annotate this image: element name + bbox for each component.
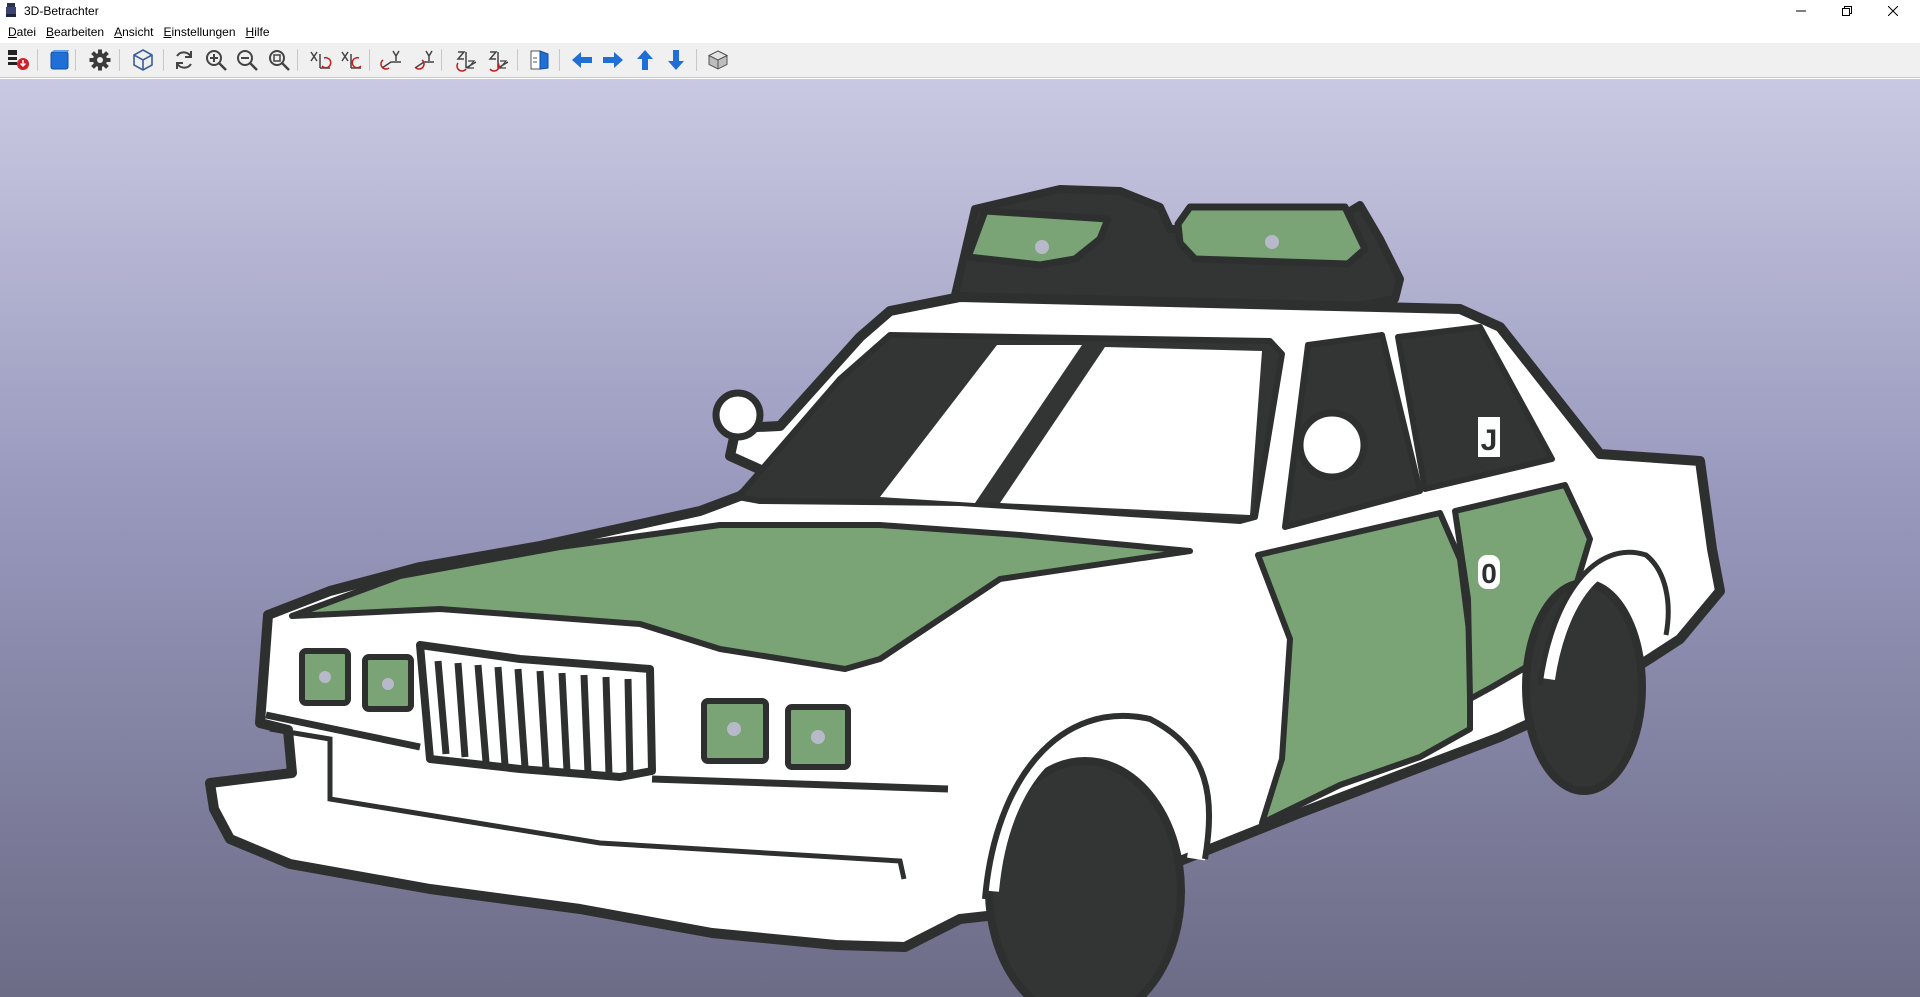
- pan-left-icon: [572, 52, 592, 68]
- settings-button[interactable]: [86, 46, 114, 74]
- car-model: J 0: [205, 185, 1725, 997]
- toolbar-separator: [517, 49, 518, 71]
- toolbar-separator: [696, 49, 697, 71]
- pan-left-button[interactable]: [568, 46, 596, 74]
- pan-up-icon: [637, 50, 653, 70]
- roof-light-bar: [951, 185, 1404, 313]
- zoom-out-icon: [237, 50, 258, 71]
- export-icon: [8, 50, 29, 70]
- toolbar-separator: [297, 49, 298, 71]
- restore-button[interactable]: [1824, 0, 1870, 22]
- color-cube-button[interactable]: [45, 46, 73, 74]
- zoom-in-icon: [206, 50, 227, 71]
- door-number-text: J: [1481, 424, 1498, 457]
- export-button[interactable]: [4, 46, 32, 74]
- settings-gear-icon: [89, 49, 111, 71]
- toolbar: [0, 43, 1920, 78]
- toolbar-separator: [369, 49, 370, 71]
- windshield: [735, 332, 1285, 524]
- rotate-y-cw-button[interactable]: [377, 46, 405, 74]
- menu-bearbeiten[interactable]: Bearbeiten: [41, 22, 109, 42]
- rotate-y-ccw-icon: [414, 50, 434, 70]
- pan-right-button[interactable]: [599, 46, 627, 74]
- toolbar-separator: [163, 49, 164, 71]
- close-button[interactable]: [1870, 0, 1916, 22]
- refresh-icon: [176, 51, 192, 69]
- toolbar-separator: [441, 49, 442, 71]
- title-bar: 3D-Betrachter: [0, 0, 1920, 22]
- color-cube-icon: [50, 50, 69, 70]
- rotate-x-cw-icon: [310, 51, 332, 69]
- window-title: 3D-Betrachter: [24, 4, 99, 18]
- rotate-x-ccw-button[interactable]: [337, 46, 365, 74]
- app-icon: [5, 3, 17, 17]
- minimize-icon: [1796, 10, 1806, 12]
- door-number-text: 0: [1481, 558, 1497, 589]
- menu-bar: Datei Bearbeiten Ansicht Einstellungen H…: [0, 22, 1920, 42]
- menu-einstellungen[interactable]: Einstellungen: [158, 22, 240, 42]
- menu-hilfe[interactable]: Hilfe: [241, 22, 275, 42]
- pan-right-icon: [603, 52, 623, 68]
- rotate-x-cw-button[interactable]: [306, 46, 334, 74]
- toolbar-separator: [559, 49, 560, 71]
- menu-datei[interactable]: Datei: [3, 22, 41, 42]
- rotate-z-cw-button[interactable]: [452, 46, 480, 74]
- zoom-in-button[interactable]: [202, 46, 230, 74]
- rotate-z-cw-icon: [456, 51, 477, 72]
- rotate-y-ccw-button[interactable]: [410, 46, 438, 74]
- refresh-button[interactable]: [170, 46, 198, 74]
- pan-down-icon: [668, 50, 684, 70]
- zoom-out-button[interactable]: [233, 46, 261, 74]
- pan-down-button[interactable]: [662, 46, 690, 74]
- rotate-y-cw-icon: [380, 50, 401, 70]
- view-3d-button[interactable]: [129, 46, 157, 74]
- zoom-fit-icon: [269, 50, 290, 71]
- ortho-view-button[interactable]: [704, 46, 732, 74]
- pan-up-button[interactable]: [631, 46, 659, 74]
- flip-board-button[interactable]: [525, 46, 553, 74]
- zoom-fit-button[interactable]: [265, 46, 293, 74]
- view-3d-icon: [133, 49, 153, 71]
- 3d-viewport[interactable]: J 0: [0, 79, 1920, 997]
- flip-board-icon: [530, 50, 549, 70]
- ortho-view-icon: [707, 50, 729, 70]
- rotate-x-ccw-icon: [341, 51, 362, 69]
- rotate-z-ccw-button[interactable]: [484, 46, 512, 74]
- toolbar-separator: [37, 49, 38, 71]
- restore-icon: [1842, 6, 1852, 16]
- toolbar-separator: [75, 49, 76, 71]
- minimize-button[interactable]: [1778, 0, 1824, 22]
- close-icon: [1888, 6, 1898, 16]
- toolbar-separator: [119, 49, 120, 71]
- rotate-z-ccw-icon: [488, 51, 509, 72]
- menu-ansicht[interactable]: Ansicht: [109, 22, 158, 42]
